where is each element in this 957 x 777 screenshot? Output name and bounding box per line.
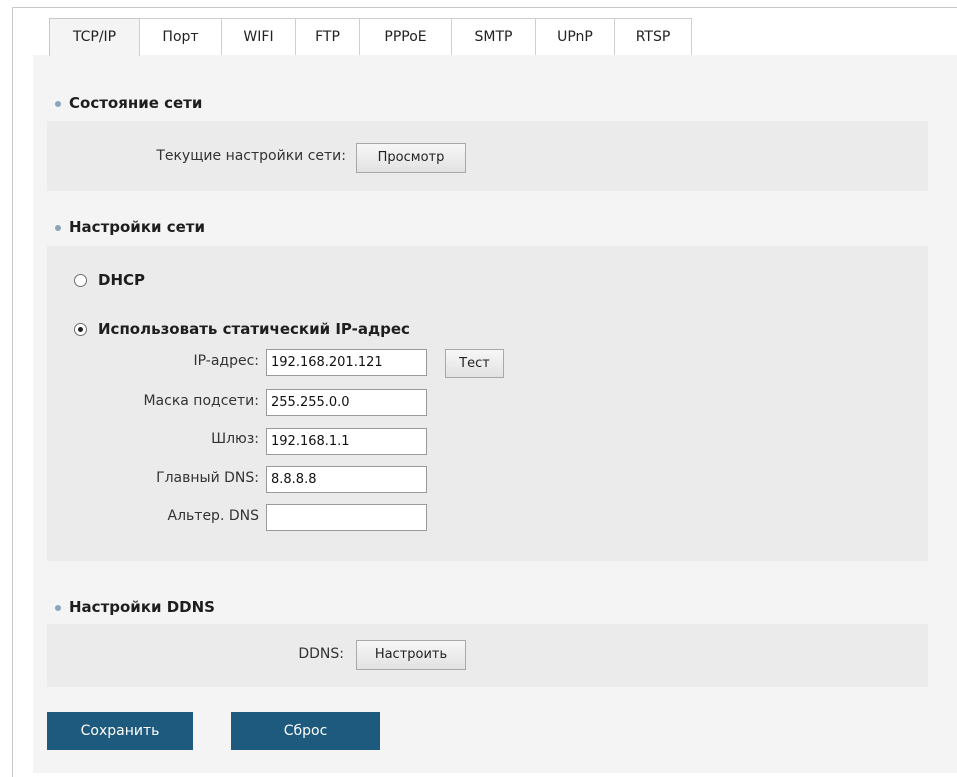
network-status-title: Состояние сети [69,94,203,112]
save-button[interactable]: Сохранить [47,712,193,750]
ddns-configure-button[interactable]: Настроить [356,640,466,670]
reset-button[interactable]: Сброс [231,712,380,750]
static-ip-radio[interactable] [74,322,87,336]
subnet-mask-input[interactable] [266,389,427,416]
dhcp-radio[interactable] [74,273,87,287]
primary-dns-input[interactable] [266,466,427,493]
tab-smtp[interactable]: SMTP [451,18,536,55]
network-settings-title: Настройки сети [69,218,205,236]
ddns-panel [47,624,928,687]
current-settings-label: Текущие настройки сети: [156,148,346,164]
dhcp-option[interactable]: DHCP [74,271,145,289]
primary-dns-label: Главный DNS: [156,470,259,486]
alternate-dns-label: Альтер. DNS [167,508,259,524]
ip-address-label: IP-адрес: [193,353,260,369]
gateway-label: Шлюз: [211,431,259,447]
tab-bar: TCP/IP Порт WIFI FTP PPPoE SMTP UPnP RTS… [49,18,692,56]
gateway-input[interactable] [266,428,427,455]
test-button[interactable]: Тест [445,349,504,378]
ip-address-input[interactable] [266,349,427,376]
ddns-title: Настройки DDNS [69,598,215,616]
ddns-label: DDNS: [298,646,344,662]
tab-wifi[interactable]: WIFI [221,18,296,55]
tab-port[interactable]: Порт [139,18,222,55]
tab-tcpip[interactable]: TCP/IP [49,18,140,56]
tab-rtsp[interactable]: RTSP [614,18,692,55]
tab-upnp[interactable]: UPnP [535,18,615,55]
tab-ftp[interactable]: FTP [295,18,360,55]
tab-pppoe[interactable]: PPPoE [359,18,452,55]
static-ip-option[interactable]: Использовать статический IP-адрес [74,320,410,338]
view-button[interactable]: Просмотр [356,143,466,173]
static-ip-label: Использовать статический IP-адрес [98,320,410,338]
dhcp-label: DHCP [98,271,146,289]
alternate-dns-input[interactable] [266,504,427,531]
subnet-mask-label: Маска подсети: [143,393,259,409]
